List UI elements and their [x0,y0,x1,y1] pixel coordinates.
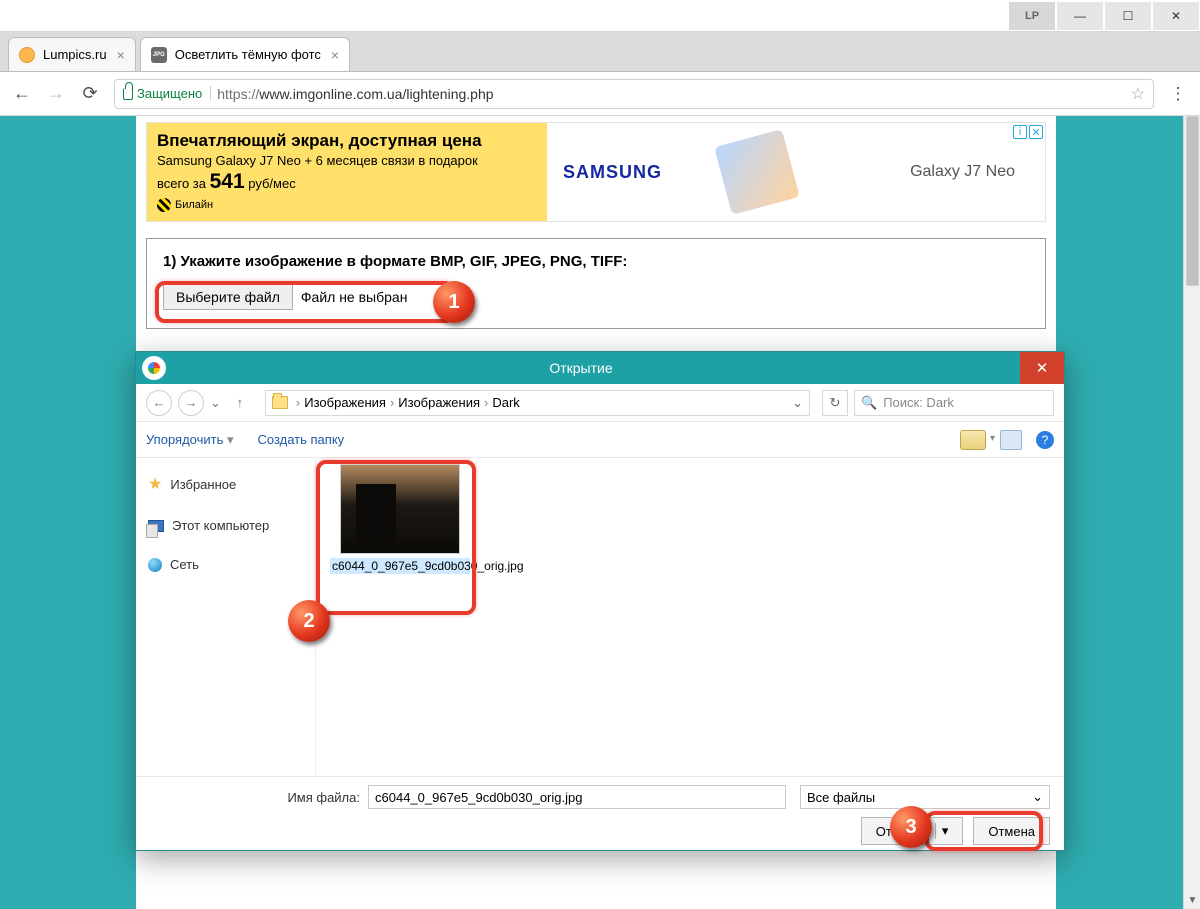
computer-icon [148,520,164,532]
vertical-scrollbar[interactable]: ▲ ▼ [1183,116,1200,909]
breadcrumb[interactable]: › Изображения › Изображения › Dark ⌄ [265,390,810,416]
secure-label: Защищено [137,86,202,101]
chevron-down-icon: ⌄ [1032,789,1043,805]
ad-banner[interactable]: Впечатляющий экран, доступная цена Samsu… [146,122,1046,222]
window-minimize-button[interactable]: — [1057,2,1103,30]
filename-input[interactable] [368,785,786,809]
bookmark-star-icon[interactable]: ☆ [1131,84,1145,104]
search-placeholder: Поиск: Dark [883,395,954,410]
file-list-area[interactable]: c6044_0_967е5_9сd0b030_orig.jpg [316,458,1064,776]
browser-menu-button[interactable]: ⋮ [1168,84,1188,104]
tab-close-icon[interactable]: × [117,47,125,63]
tab-title: Lumpics.ru [43,47,107,62]
star-icon: ★ [148,474,162,494]
dialog-title: Открытие [142,360,1020,376]
address-bar[interactable]: Защищено https://www.imgonline.com.ua/li… [114,79,1154,109]
dialog-toolbar: Упорядочить Создать папку ? [136,422,1064,458]
ad-info-icon[interactable]: i [1013,125,1027,139]
tab-lumpics[interactable]: Lumpics.ru × [8,37,136,71]
nav-forward-button[interactable]: → [178,390,204,416]
file-item[interactable]: c6044_0_967е5_9сd0b030_orig.jpg [330,464,470,574]
callout-badge-3: 3 [890,806,932,848]
browser-toolbar: ← → ⟳ Защищено https://www.imgonline.com… [0,72,1200,116]
step-label: 1) Укажите изображение в формате BMP, GI… [163,253,1029,270]
refresh-button[interactable]: ↻ [822,390,848,416]
lock-icon [123,88,133,100]
favicon-jpg-icon [151,47,167,63]
ad-close-icon[interactable]: ✕ [1029,125,1043,139]
dialog-close-button[interactable]: ✕ [1020,352,1064,384]
file-name-label: c6044_0_967е5_9сd0b030_orig.jpg [330,558,470,574]
filetype-select[interactable]: Все файлы ⌄ [800,785,1050,809]
ad-model: Galaxy J7 Neo [910,163,1015,181]
nav-back-button[interactable]: ← [146,390,172,416]
page-viewport: ▲ ▼ Впечатляющий экран, доступная цена S… [0,116,1200,909]
callout-badge-1: 1 [433,281,475,323]
crumb-item[interactable]: Изображения [398,395,480,410]
file-open-dialog: Открытие ✕ ← → ⌄ ↑ › Изображения › Изобр… [135,351,1065,851]
dialog-titlebar: Открытие ✕ [136,352,1064,384]
nav-recent-dropdown[interactable]: ⌄ [210,395,221,411]
nav-up-button[interactable]: ↑ [227,390,253,416]
favicon-lumpics-icon [19,47,35,63]
reload-button[interactable]: ⟳ [80,84,100,104]
open-dropdown-icon[interactable]: ▾ [935,823,949,839]
window-titlebar: LP — ☐ ✕ [0,0,1200,32]
filename-label: Имя файла: [150,790,360,805]
forward-button[interactable]: → [46,84,66,104]
crumb-item[interactable]: Dark [492,395,519,410]
ad-carrier: Билайн [157,198,537,212]
ad-subtext: Samsung Galaxy J7 Neo + 6 месяцев связи … [157,153,537,168]
ad-left: Впечатляющий экран, доступная цена Samsu… [147,123,547,221]
upload-form-section: 1) Укажите изображение в формате BMP, GI… [146,238,1046,329]
ad-price: всего за 541 руб/мес [157,170,537,194]
new-folder-button[interactable]: Создать папку [258,432,345,447]
beeline-logo-icon [157,198,171,212]
window-maximize-button[interactable]: ☐ [1105,2,1151,30]
url-text: https://www.imgonline.com.ua/lightening.… [217,86,493,102]
file-input-row: Выберите файл Файл не выбран [163,284,1029,310]
scroll-down-icon[interactable]: ▼ [1184,892,1200,909]
callout-badge-2: 2 [288,600,330,642]
organize-menu[interactable]: Упорядочить [146,432,234,448]
crumb-item[interactable]: Изображения [304,395,386,410]
tab-close-icon[interactable]: × [331,47,339,63]
view-mode-button[interactable] [960,430,986,450]
sidebar-this-pc[interactable]: Этот компьютер [144,512,307,539]
search-icon: 🔍 [861,395,877,411]
secure-badge: Защищено [123,86,211,101]
dialog-nav-row: ← → ⌄ ↑ › Изображения › Изображения › Da… [136,384,1064,422]
crumb-dropdown-icon[interactable]: ⌄ [792,395,803,411]
phone-image [714,129,800,215]
preview-pane-button[interactable] [1000,430,1022,450]
file-status-text: Файл не выбран [301,289,408,305]
dialog-body: ★ Избранное Этот компьютер Сеть c6044_0_… [136,458,1064,776]
ad-headline: Впечатляющий экран, доступная цена [157,131,537,151]
browser-tab-strip: Lumpics.ru × Осветлить тёмную фотс × [0,32,1200,72]
scroll-thumb[interactable] [1186,116,1199,286]
folder-icon [272,396,288,409]
network-icon [148,558,162,572]
search-field[interactable]: 🔍 Поиск: Dark [854,390,1054,416]
lp-badge: LP [1009,2,1055,30]
help-icon[interactable]: ? [1036,431,1054,449]
samsung-logo: SAMSUNG [563,162,662,183]
file-thumbnail [340,464,460,554]
ad-right: SAMSUNG Galaxy J7 Neo [547,123,1045,221]
tab-imgonline[interactable]: Осветлить тёмную фотс × [140,37,350,71]
choose-file-button[interactable]: Выберите файл [163,284,293,310]
back-button[interactable]: ← [12,84,32,104]
sidebar-network[interactable]: Сеть [144,551,307,578]
cancel-button[interactable]: Отмена [973,817,1050,845]
tab-title: Осветлить тёмную фотс [175,47,321,62]
adchoices[interactable]: i ✕ [1013,125,1043,139]
sidebar-favorites[interactable]: ★ Избранное [144,468,307,500]
window-close-button[interactable]: ✕ [1153,2,1199,30]
